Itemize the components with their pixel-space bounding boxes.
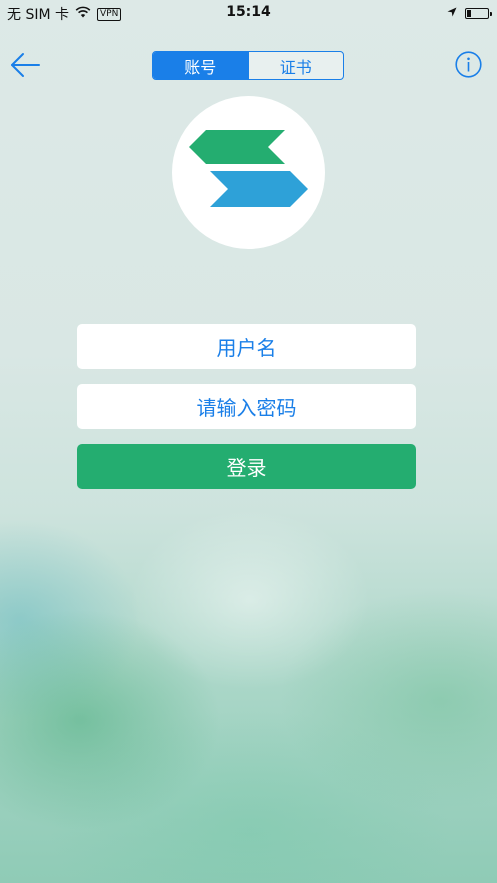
back-button[interactable] [10, 50, 42, 80]
info-button[interactable] [455, 51, 482, 78]
login-button[interactable]: 登录 [77, 444, 416, 489]
login-button-label: 登录 [226, 456, 267, 480]
location-arrow-icon [447, 5, 457, 21]
logo-chevrons-icon [188, 129, 308, 207]
tab-certificate[interactable]: 证书 [247, 52, 344, 79]
username-placeholder: 用户名 [216, 336, 277, 360]
battery-tip [490, 11, 492, 16]
battery-icon [465, 7, 492, 19]
status-time: 15:14 [226, 4, 271, 20]
info-icon [455, 51, 482, 78]
logo-bottom-chevron [209, 170, 308, 207]
login-screen: 无 SIM 卡 VPN 15:14 账号 证书 用户名 请输入密码 登录 [0, 0, 497, 883]
back-arrow-icon [11, 53, 40, 77]
logo-top-chevron [188, 129, 285, 164]
password-input[interactable]: 请输入密码 [77, 384, 416, 429]
status-bar: 无 SIM 卡 VPN 15:14 [0, 0, 497, 26]
battery-level [467, 9, 471, 17]
tab-account[interactable]: 账号 [153, 52, 248, 79]
app-logo [172, 96, 325, 249]
status-right [447, 5, 492, 21]
username-input[interactable]: 用户名 [77, 324, 416, 369]
account-certificate-segmented-control: 账号 证书 [152, 51, 344, 80]
password-placeholder: 请输入密码 [196, 396, 297, 420]
